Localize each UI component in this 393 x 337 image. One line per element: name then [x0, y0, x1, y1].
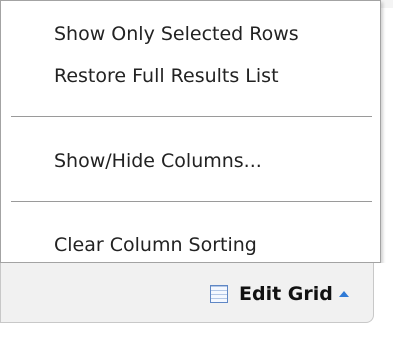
menu-item-show-hide-columns[interactable]: Show/Hide Columns...	[54, 149, 262, 173]
menu-item-clear-column-sorting[interactable]: Clear Column Sorting	[54, 233, 257, 257]
grid-options-popup: Show Only Selected Rows Restore Full Res…	[0, 0, 393, 337]
edit-grid-label: Edit Grid	[239, 283, 333, 305]
menu-separator	[11, 201, 372, 202]
menu-separator	[11, 116, 372, 117]
edit-grid-button[interactable]: Edit Grid	[210, 282, 349, 306]
grid-context-menu: Show Only Selected Rows Restore Full Res…	[0, 0, 381, 263]
caret-up-icon	[338, 291, 349, 297]
menu-item-restore-full-results-list[interactable]: Restore Full Results List	[54, 64, 279, 88]
grid-icon	[210, 285, 228, 303]
menu-item-show-only-selected-rows[interactable]: Show Only Selected Rows	[54, 22, 299, 46]
footer-background	[374, 263, 393, 337]
